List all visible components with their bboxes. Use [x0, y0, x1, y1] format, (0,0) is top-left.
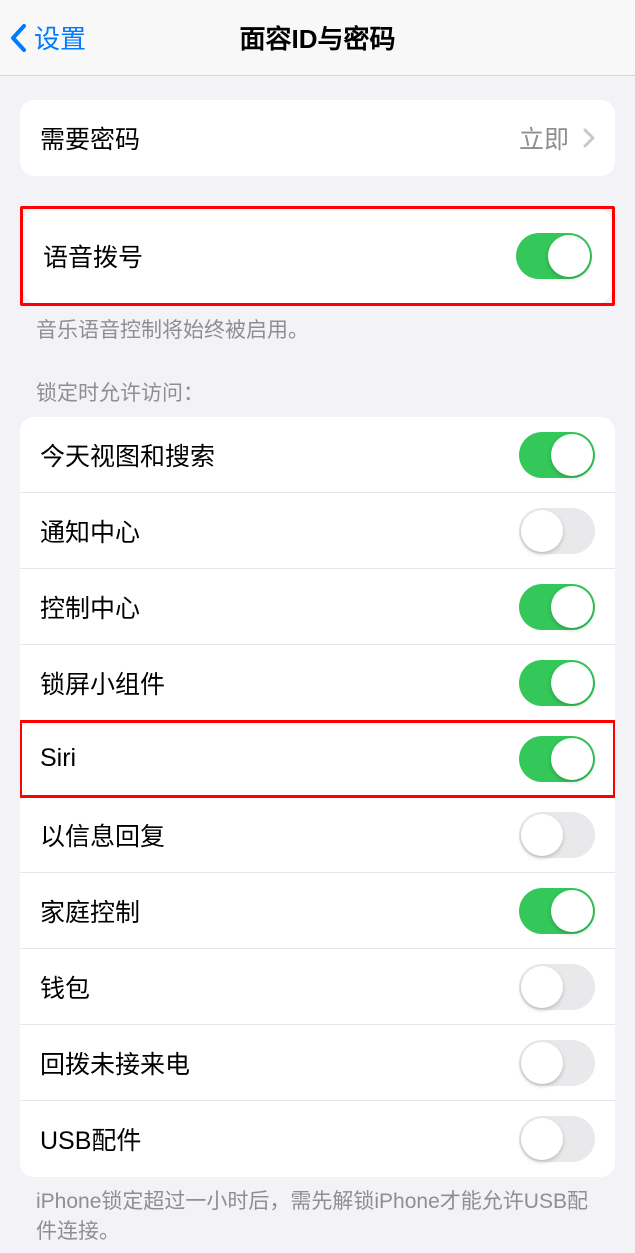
lock-access-row[interactable]: 回拨未接来电 — [20, 1025, 615, 1101]
lock-access-label: USB配件 — [40, 1121, 141, 1157]
passcode-group: 需要密码 立即 — [20, 100, 615, 176]
lock-access-label: 通知中心 — [40, 513, 140, 549]
lock-access-toggle[interactable] — [519, 1116, 595, 1162]
lock-access-row[interactable]: 通知中心 — [20, 493, 615, 569]
lock-access-label: 以信息回复 — [40, 817, 165, 853]
require-passcode-label: 需要密码 — [40, 120, 140, 156]
lock-access-row[interactable]: Siri — [20, 721, 615, 797]
lock-access-toggle[interactable] — [519, 584, 595, 630]
header-bar: 设置 面容ID与密码 — [0, 0, 635, 76]
toggle-knob — [521, 814, 563, 856]
voice-dial-toggle[interactable] — [516, 233, 592, 279]
chevron-left-icon — [10, 24, 26, 52]
toggle-knob — [548, 235, 590, 277]
chevron-right-icon — [583, 128, 595, 148]
lock-access-footer: iPhone锁定超过一小时后，需先解锁iPhone才能允许USB配件连接。 — [0, 1177, 635, 1246]
lock-access-label: 控制中心 — [40, 589, 140, 625]
lock-access-label: 今天视图和搜索 — [40, 437, 215, 473]
lock-access-toggle[interactable] — [519, 508, 595, 554]
voice-dial-footer: 音乐语音控制将始终被启用。 — [0, 306, 635, 345]
lock-access-toggle[interactable] — [519, 660, 595, 706]
lock-access-label: Siri — [40, 744, 76, 773]
back-label: 设置 — [34, 19, 86, 56]
lock-access-row[interactable]: 钱包 — [20, 949, 615, 1025]
toggle-knob — [551, 662, 593, 704]
lock-access-row[interactable]: 家庭控制 — [20, 873, 615, 949]
lock-access-label: 锁屏小组件 — [40, 665, 165, 701]
lock-access-row[interactable]: 以信息回复 — [20, 797, 615, 873]
lock-access-row[interactable]: 今天视图和搜索 — [20, 417, 615, 493]
lock-access-toggle[interactable] — [519, 888, 595, 934]
content: 需要密码 立即 语音拨号 音乐语音控制将始终被启用。 锁定时允许访问： 今天视图… — [0, 100, 635, 1246]
toggle-knob — [551, 586, 593, 628]
lock-access-header: 锁定时允许访问： — [0, 377, 635, 417]
lock-access-group: 今天视图和搜索通知中心控制中心锁屏小组件 Siri 以信息回复家庭控制钱包回拨未接来… — [20, 417, 615, 1177]
require-passcode-row[interactable]: 需要密码 立即 — [20, 100, 615, 176]
lock-access-toggle[interactable] — [519, 1040, 595, 1086]
toggle-knob — [521, 1042, 563, 1084]
voice-dial-highlight: 语音拨号 — [20, 206, 615, 306]
toggle-knob — [521, 510, 563, 552]
lock-access-label: 回拨未接来电 — [40, 1045, 190, 1081]
back-button[interactable]: 设置 — [0, 19, 86, 56]
lock-access-label: 钱包 — [40, 969, 90, 1005]
toggle-knob — [551, 434, 593, 476]
lock-access-row[interactable]: USB配件 — [20, 1101, 615, 1177]
require-passcode-value-container: 立即 — [519, 120, 595, 156]
voice-dial-row[interactable]: 语音拨号 — [23, 209, 612, 303]
toggle-knob — [551, 738, 593, 780]
voice-dial-label: 语音拨号 — [43, 238, 143, 274]
lock-access-toggle[interactable] — [519, 736, 595, 782]
require-passcode-value: 立即 — [519, 120, 569, 156]
lock-access-row[interactable]: 锁屏小组件 — [20, 645, 615, 721]
toggle-knob — [521, 966, 563, 1008]
lock-access-row[interactable]: 控制中心 — [20, 569, 615, 645]
lock-access-toggle[interactable] — [519, 964, 595, 1010]
page-title: 面容ID与密码 — [239, 19, 395, 56]
lock-access-toggle[interactable] — [519, 432, 595, 478]
lock-access-label: 家庭控制 — [40, 893, 140, 929]
lock-access-toggle[interactable] — [519, 812, 595, 858]
toggle-knob — [551, 890, 593, 932]
toggle-knob — [521, 1118, 563, 1160]
